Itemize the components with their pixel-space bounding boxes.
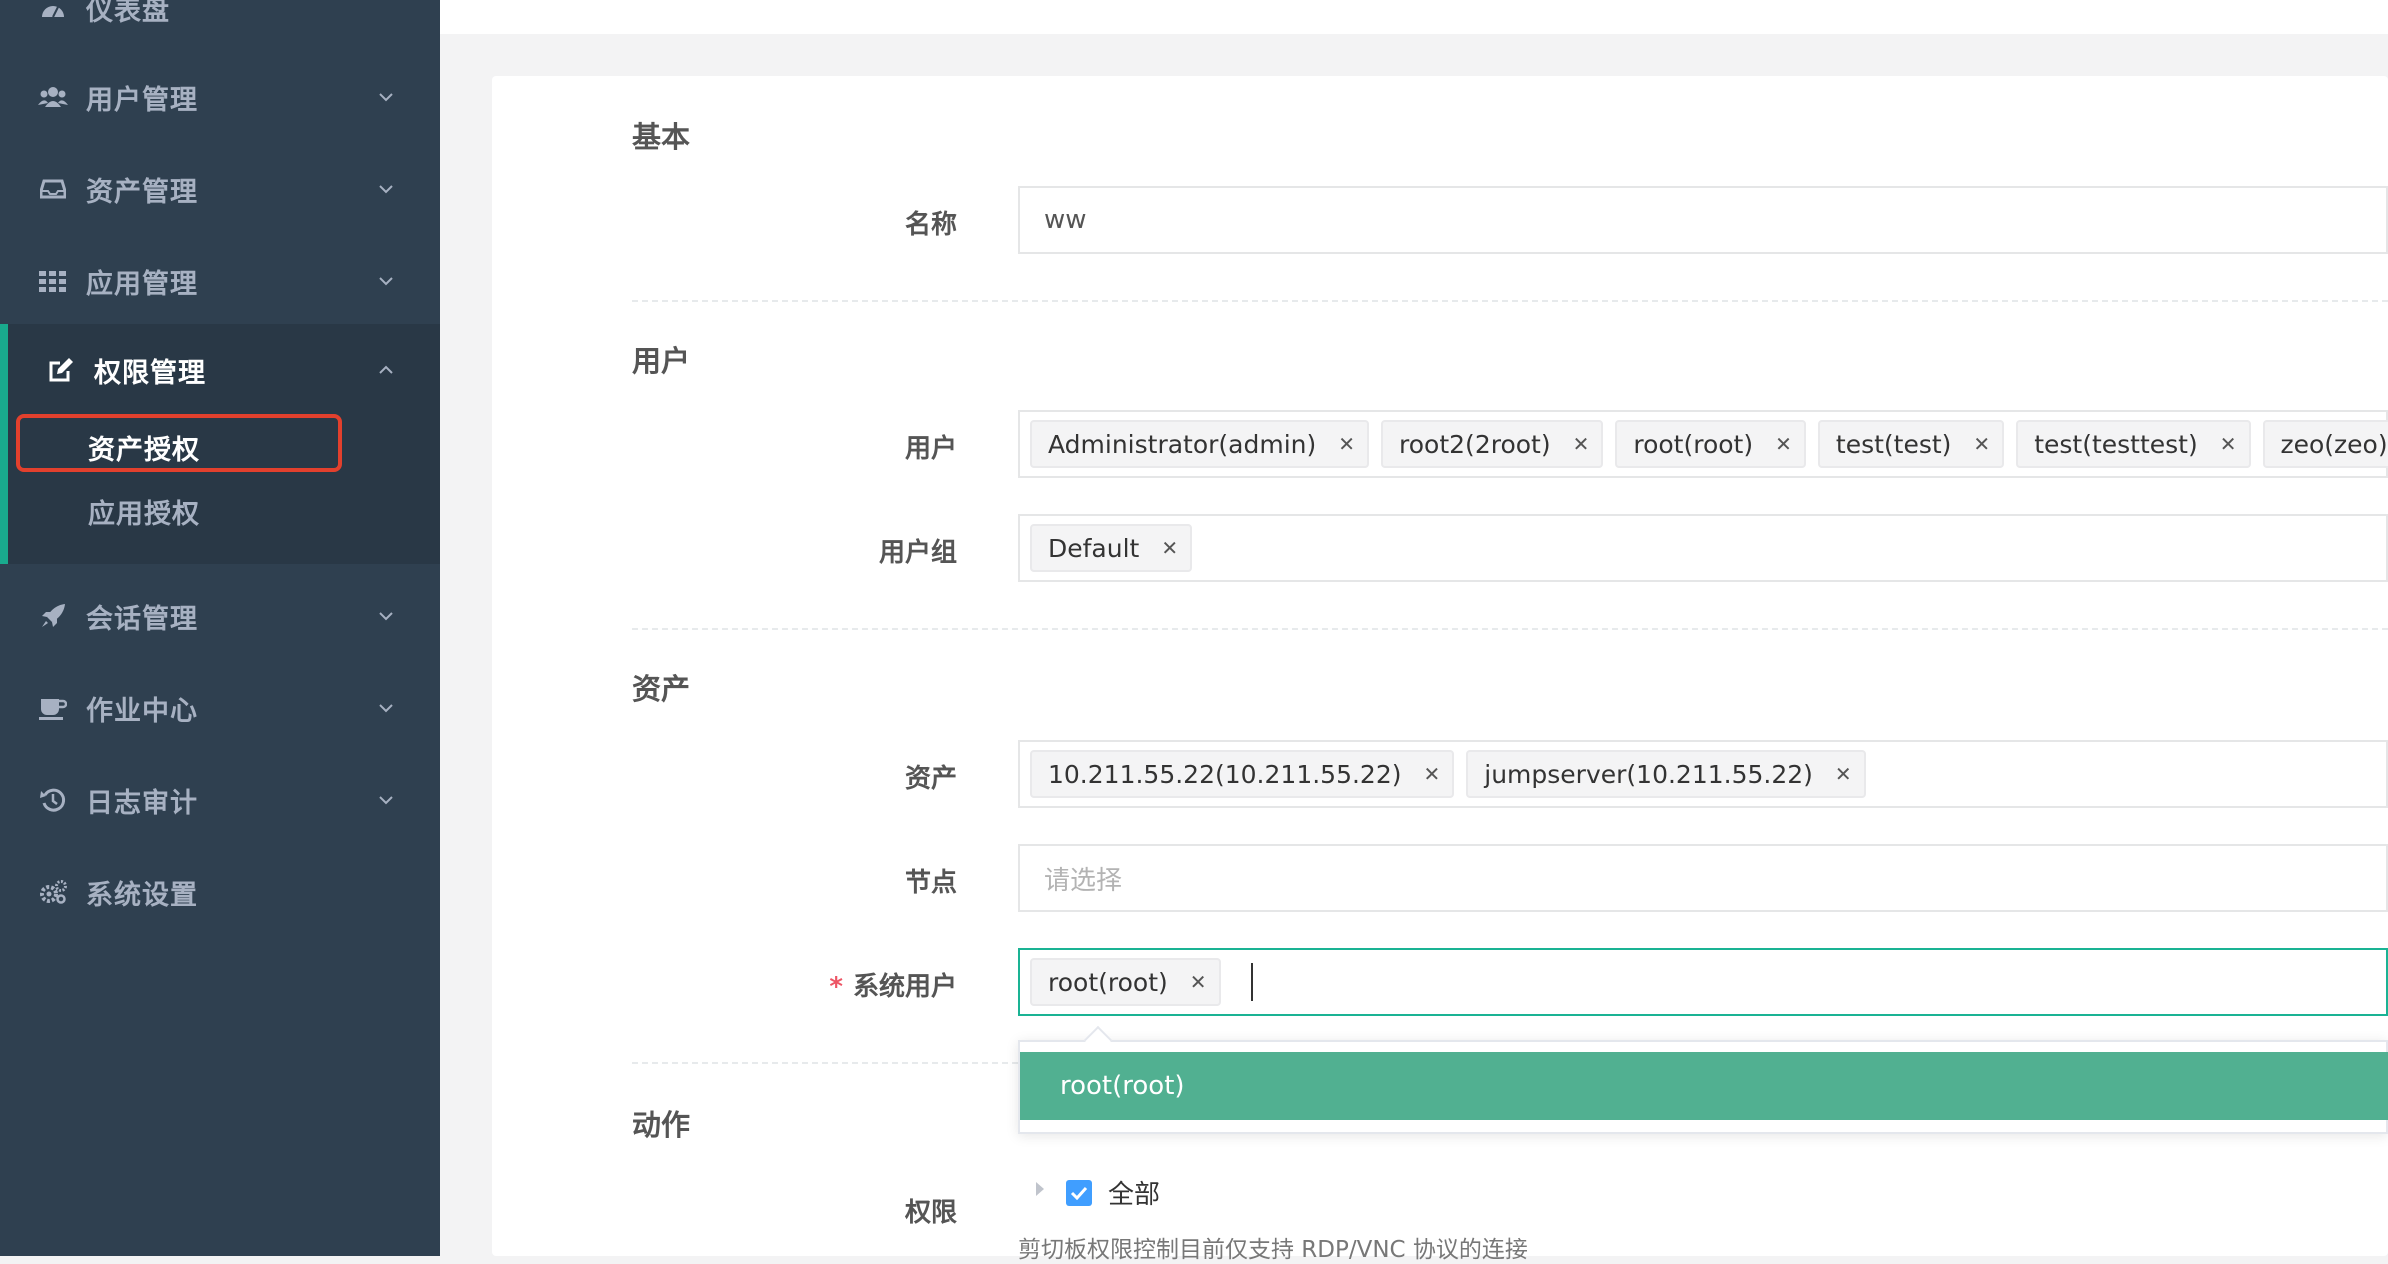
sidebar-item-label: 应用管理: [86, 262, 198, 301]
rocket-icon: [38, 601, 68, 631]
sidebar-item-users[interactable]: 用户管理: [0, 51, 440, 143]
name-input-value: ww: [1030, 205, 1087, 235]
label-nodes: 节点: [905, 862, 957, 899]
user-tag: test(testtest) ✕: [2016, 420, 2250, 468]
required-mark: *: [829, 972, 843, 1002]
sidebar: 仪表盘 用户管理 资产管理 应用管理 权限管理 资产授权 应用授权: [0, 0, 440, 1256]
label-assets: 资产: [905, 758, 957, 795]
sidebar-item-jobs[interactable]: 作业中心: [0, 662, 440, 754]
close-icon[interactable]: ✕: [2220, 432, 2237, 456]
sidebar-item-settings[interactable]: 系统设置: [0, 846, 440, 938]
close-icon[interactable]: ✕: [1775, 432, 1792, 456]
tag-label: root(root): [1048, 968, 1168, 997]
text-cursor: [1251, 963, 1253, 1001]
asset-tag: 10.211.55.22(10.211.55.22) ✕: [1030, 750, 1454, 798]
close-icon[interactable]: ✕: [1835, 762, 1852, 786]
divider: [632, 300, 2388, 302]
chevron-down-icon: [378, 273, 394, 289]
label-permissions: 权限: [905, 1192, 957, 1229]
users-icon: [38, 82, 68, 112]
top-header: [440, 0, 2388, 34]
system-user-tag: root(root) ✕: [1030, 958, 1221, 1006]
dashboard-icon: [38, 0, 68, 23]
cogs-icon: [38, 877, 68, 907]
chevron-down-icon: [378, 89, 394, 105]
history-icon: [38, 785, 68, 815]
chevron-down-icon: [378, 181, 394, 197]
nodes-select[interactable]: 请选择: [1018, 844, 2388, 912]
label-name: 名称: [905, 204, 957, 241]
close-icon[interactable]: ✕: [1573, 432, 1590, 456]
dropdown-option[interactable]: root(root): [1020, 1052, 2388, 1120]
user-tag: Administrator(admin) ✕: [1030, 420, 1369, 468]
permission-all-label: 全部: [1108, 1174, 1160, 1211]
close-icon[interactable]: ✕: [1424, 762, 1441, 786]
permission-all-checkbox[interactable]: [1066, 1180, 1092, 1206]
sidebar-item-label: 作业中心: [86, 689, 198, 728]
asset-tag: jumpserver(10.211.55.22) ✕: [1466, 750, 1865, 798]
system-users-select[interactable]: root(root) ✕: [1018, 948, 2388, 1016]
label-users: 用户: [905, 428, 957, 465]
section-title-user: 用户: [632, 338, 690, 380]
user-tag: test(test) ✕: [1818, 420, 2004, 468]
sidebar-item-audit[interactable]: 日志审计: [0, 754, 440, 846]
assets-select[interactable]: 10.211.55.22(10.211.55.22) ✕ jumpserver(1…: [1018, 740, 2388, 808]
label-user-groups: 用户组: [879, 532, 957, 569]
grid-icon: [38, 266, 68, 296]
close-icon[interactable]: ✕: [1190, 970, 1207, 994]
user-tag: root(root) ✕: [1615, 420, 1806, 468]
label-system-users: * 系统用户: [829, 966, 957, 1003]
close-icon[interactable]: ✕: [1161, 536, 1178, 560]
sidebar-item-permissions[interactable]: 权限管理: [8, 324, 440, 416]
tag-label: Administrator(admin): [1048, 430, 1316, 459]
tag-label: root2(2root): [1399, 430, 1551, 459]
sidebar-item-label: 权限管理: [94, 351, 206, 390]
section-title-asset: 资产: [632, 666, 690, 708]
tag-label: test(test): [1836, 430, 1952, 459]
sidebar-item-sessions[interactable]: 会话管理: [0, 570, 440, 662]
user-groups-select[interactable]: Default ✕: [1018, 514, 2388, 582]
sidebar-subitem-app-permission[interactable]: 应用授权: [88, 492, 200, 531]
user-tag: zeo(zeo)✕: [2263, 420, 2388, 468]
chevron-down-icon: [378, 792, 394, 808]
close-icon[interactable]: ✕: [1973, 432, 1990, 456]
sidebar-item-assets[interactable]: 资产管理: [0, 143, 440, 235]
divider: [632, 628, 2388, 630]
tag-label: 10.211.55.22(10.211.55.22): [1048, 760, 1402, 789]
tag-label: jumpserver(10.211.55.22): [1484, 760, 1813, 789]
tag-label: Default: [1048, 534, 1139, 563]
section-title-action: 动作: [632, 1102, 690, 1144]
edit-icon: [46, 355, 76, 385]
section-title-basic: 基本: [632, 114, 690, 156]
tag-label: test(testtest): [2034, 430, 2198, 459]
check-icon: [1070, 1186, 1088, 1200]
name-input[interactable]: ww: [1018, 186, 2388, 254]
sidebar-item-dashboard[interactable]: 仪表盘: [0, 0, 440, 54]
nodes-placeholder: 请选择: [1030, 860, 1122, 897]
label-text: 系统用户: [853, 972, 957, 1002]
caret-right-icon[interactable]: [1036, 1182, 1044, 1196]
user-group-tag: Default ✕: [1030, 524, 1192, 572]
tag-label: zeo(zeo): [2281, 430, 2388, 459]
sidebar-item-apps[interactable]: 应用管理: [0, 235, 440, 327]
tag-label: root(root): [1633, 430, 1753, 459]
chevron-down-icon: [378, 608, 394, 624]
highlight-annotation: [16, 414, 342, 472]
sidebar-item-label: 会话管理: [86, 597, 198, 636]
sidebar-item-label: 资产管理: [86, 170, 198, 209]
inbox-icon: [38, 174, 68, 204]
clipboard-hint: 剪切板权限控制目前仅支持 RDP/VNC 协议的连接: [1018, 1230, 1528, 1264]
user-tag: root2(2root) ✕: [1381, 420, 1603, 468]
sidebar-item-label: 日志审计: [86, 781, 198, 820]
sidebar-item-label: 仪表盘: [86, 0, 170, 28]
chevron-down-icon: [378, 700, 394, 716]
close-icon[interactable]: ✕: [1338, 432, 1355, 456]
sidebar-item-label: 用户管理: [86, 78, 198, 117]
coffee-icon: [38, 693, 68, 723]
chevron-up-icon: [378, 362, 394, 378]
users-select[interactable]: Administrator(admin) ✕ root2(2root) ✕ root…: [1018, 410, 2388, 478]
sidebar-item-label: 系统设置: [86, 873, 198, 912]
